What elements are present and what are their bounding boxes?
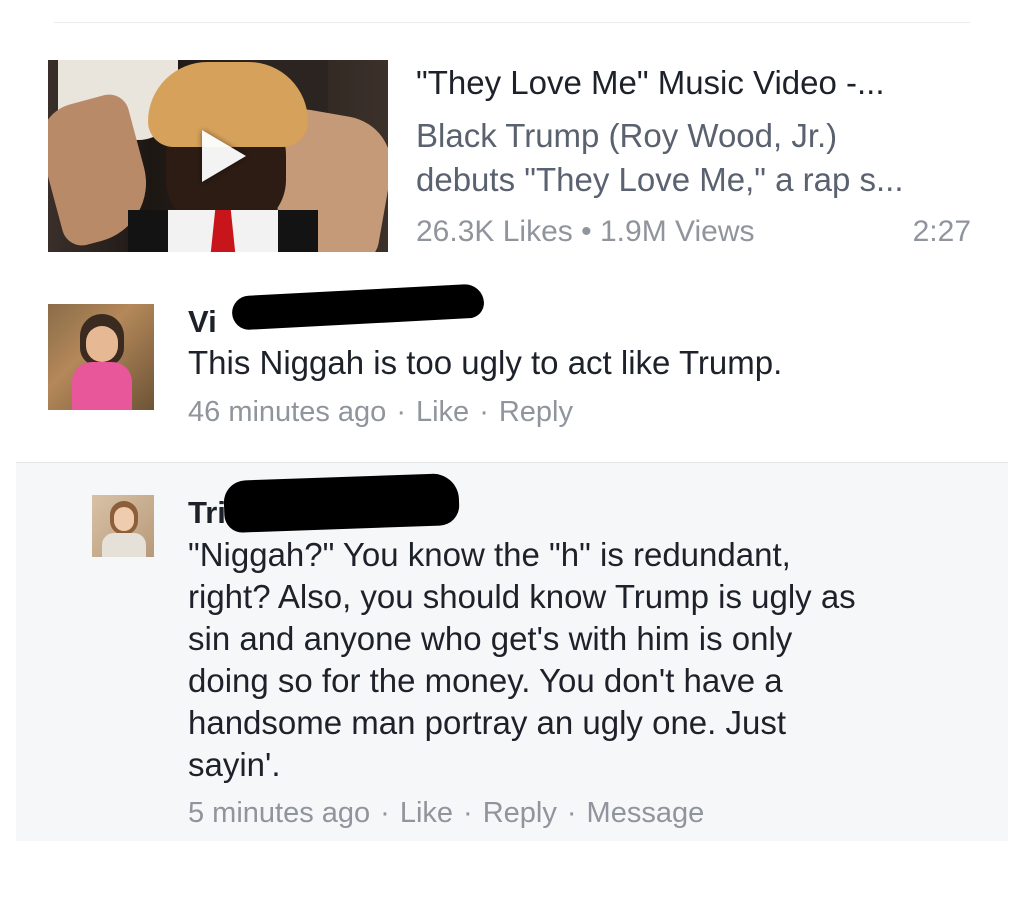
comment-author[interactable]: Vi xyxy=(188,304,217,340)
reply-button[interactable]: Reply xyxy=(483,797,557,829)
comment-text: "Niggah?" You know the "h" is redundant,… xyxy=(188,534,988,786)
comment-text-line: doing so for the money. You don't have a xyxy=(188,662,783,699)
redaction-mark xyxy=(231,283,485,331)
video-description-line: debuts "They Love Me," a rap s... xyxy=(416,161,904,198)
comment-text-line: right? Also, you should know Trump is ug… xyxy=(188,578,856,615)
video-card[interactable]: "They Love Me" Music Video -... Black Tr… xyxy=(0,0,1024,270)
video-title[interactable]: "They Love Me" Music Video -... xyxy=(416,63,976,103)
comment-author[interactable]: Tri xyxy=(188,495,226,531)
comment: Vi This Niggah is too ugly to act like T… xyxy=(0,282,1024,452)
dot-separator: · xyxy=(396,396,406,428)
dot-separator: · xyxy=(566,797,577,829)
video-meta: 26.3K Likes • 1.9M Views 2:27 xyxy=(416,210,971,254)
video-duration: 2:27 xyxy=(912,215,971,248)
like-button[interactable]: Like xyxy=(416,396,469,428)
reply-comment: Tri "Niggah?" You know the "h" is redund… xyxy=(16,462,1008,841)
avatar[interactable] xyxy=(48,304,154,410)
play-icon[interactable] xyxy=(202,130,246,182)
dot-separator: · xyxy=(463,797,473,829)
video-thumbnail[interactable] xyxy=(48,60,388,252)
comment-time: 5 minutes ago xyxy=(188,797,371,829)
comment-text-line: handsome man portray an ugly one. Just xyxy=(188,704,787,741)
redaction-mark xyxy=(223,472,460,534)
avatar[interactable] xyxy=(92,495,154,557)
comment-text-line: sayin'. xyxy=(188,746,281,783)
dot-separator: · xyxy=(380,797,390,829)
bullet-separator: • xyxy=(581,215,592,248)
like-button[interactable]: Like xyxy=(400,797,453,829)
comment-text-line: "Niggah?" You know the "h" is redundant, xyxy=(188,536,791,573)
comment-actions: 5 minutes ago · Like · Reply · Message xyxy=(188,795,704,831)
comment-text: This Niggah is too ugly to act like Trum… xyxy=(188,344,783,381)
comment-text-line: sin and anyone who get's with him is onl… xyxy=(188,620,793,657)
comment-actions: 46 minutes ago · Like · Reply xyxy=(188,394,573,430)
video-description: Black Trump (Roy Wood, Jr.) debuts "They… xyxy=(416,114,976,202)
comment-time: 46 minutes ago xyxy=(188,396,387,428)
dot-separator: · xyxy=(479,396,489,428)
reply-button[interactable]: Reply xyxy=(499,396,573,428)
video-likes: 26.3K Likes xyxy=(416,215,573,248)
video-views: 1.9M Views xyxy=(599,215,755,248)
video-description-line: Black Trump (Roy Wood, Jr.) xyxy=(416,117,838,154)
message-button[interactable]: Message xyxy=(587,797,705,829)
